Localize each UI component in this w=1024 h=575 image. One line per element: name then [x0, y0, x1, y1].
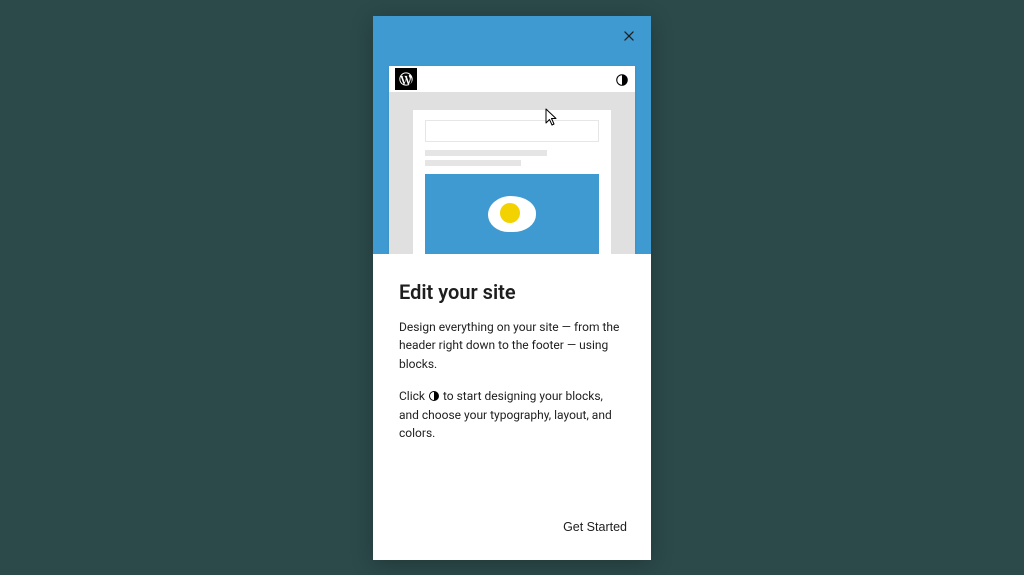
mock-placeholder-line — [425, 150, 547, 156]
close-button[interactable] — [619, 28, 639, 48]
welcome-guide-modal: Edit your site Design everything on your… — [373, 16, 651, 560]
modal-title: Edit your site — [399, 280, 625, 304]
wordpress-logo-icon — [395, 68, 417, 90]
illustration-panel — [373, 16, 651, 254]
mock-hero-block — [425, 174, 599, 254]
paragraph-text: Click — [399, 389, 428, 403]
modal-paragraph-2: Click to start designing your blocks, an… — [399, 387, 625, 443]
mock-editor — [389, 66, 635, 254]
cursor-icon — [545, 108, 561, 132]
close-icon — [622, 28, 636, 47]
egg-illustration — [488, 196, 536, 232]
get-started-button[interactable]: Get Started — [559, 514, 631, 540]
mock-canvas — [389, 92, 635, 254]
modal-content: Edit your site Design everything on your… — [373, 254, 651, 500]
modal-footer: Get Started — [373, 500, 651, 560]
modal-paragraph-1: Design everything on your site — from th… — [399, 318, 625, 374]
styles-icon — [428, 389, 440, 401]
mock-toolbar — [389, 66, 635, 92]
mock-content — [413, 110, 611, 254]
mock-placeholder-line — [425, 160, 521, 166]
styles-icon — [615, 72, 629, 86]
mock-placeholder-block — [425, 120, 599, 142]
